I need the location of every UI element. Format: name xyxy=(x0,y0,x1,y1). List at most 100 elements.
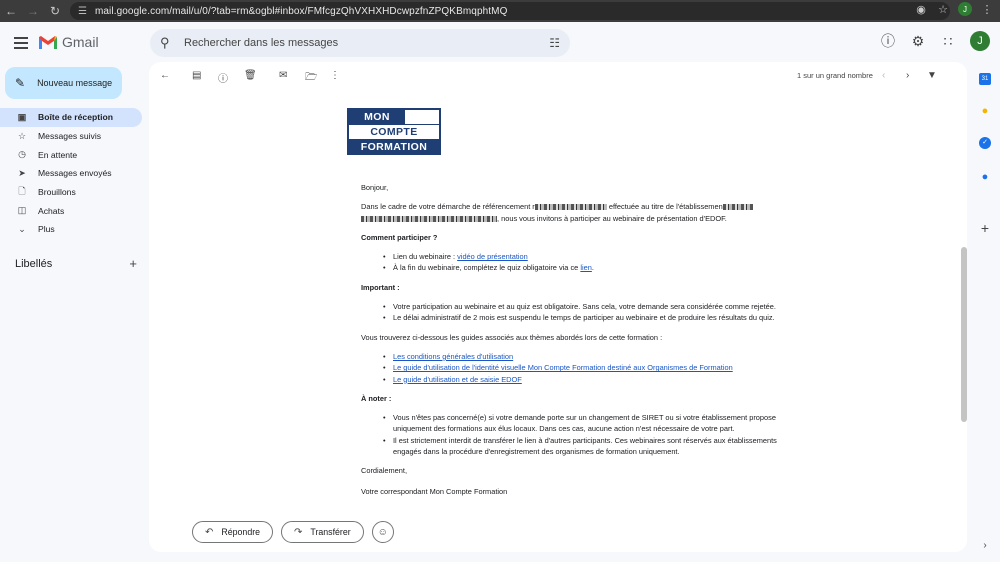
reply-label: Répondre xyxy=(221,527,261,537)
list-item: Le délai administratif de 2 mois est sus… xyxy=(383,312,791,324)
pencil-icon: ✎ xyxy=(15,76,26,90)
sidebar-item-label: En attente xyxy=(38,149,78,160)
sidebar-item-label: Brouillons xyxy=(38,187,76,198)
apps-grid-icon[interactable]: ∷ xyxy=(940,33,956,50)
browser-menu-icon[interactable]: ⋮ xyxy=(980,3,994,16)
list-item-suffix: . xyxy=(591,263,594,273)
list-item: À la fin du webinaire, complétez le quiz… xyxy=(383,262,791,274)
chevron-down-icon: ⌄ xyxy=(18,223,26,234)
tag-icon: ◫ xyxy=(17,205,27,216)
sidebar-item-sent[interactable]: ➤ Messages envoyés xyxy=(0,164,142,183)
guides-intro: Vous trouverez ci-dessous les guides ass… xyxy=(361,332,663,342)
sidebar-item-snoozed[interactable]: ◷ En attente xyxy=(0,145,142,164)
list-item: Les conditions générales d'utilisation xyxy=(383,351,791,363)
intro-text-2: effectuée au titre de l'établissemen xyxy=(606,202,723,212)
section-heading-important: Important : xyxy=(361,282,400,292)
mark-unread-icon[interactable]: ✉ xyxy=(279,70,287,81)
add-label-icon[interactable]: + xyxy=(129,256,137,271)
sidebar-item-starred[interactable]: ☆ Messages suivis xyxy=(0,127,142,146)
hide-panel-chevron-icon[interactable]: › xyxy=(979,540,991,552)
search-input[interactable]: Rechercher dans les messages xyxy=(184,37,549,49)
quiz-link[interactable]: lien xyxy=(580,263,592,272)
sidebar-item-purchases[interactable]: ◫ Achats xyxy=(0,201,142,220)
calendar-icon[interactable]: 31 xyxy=(979,73,991,85)
sidebar-item-label: Messages suivis xyxy=(38,131,102,142)
back-to-inbox-icon[interactable]: ← xyxy=(160,70,170,81)
delete-icon[interactable]: 🗑 xyxy=(244,70,257,81)
emoji-reaction-icon[interactable]: ☺ xyxy=(371,521,394,543)
sidebar-item-inbox[interactable]: ▣ Boîte de réception xyxy=(0,108,142,127)
newer-chevron-icon[interactable]: ‹ xyxy=(882,70,885,81)
logo-line-2: COMPTE xyxy=(349,124,439,140)
closing: Cordialement, xyxy=(361,466,408,476)
site-settings-icon[interactable]: ☰ xyxy=(78,6,87,17)
list-item: Lien du webinaire : vidéo de présentatio… xyxy=(383,251,791,263)
gmail-app: Gmail ⚲ Rechercher dans les messages ☷ ⓘ… xyxy=(0,22,1000,562)
help-icon[interactable]: ⓘ xyxy=(880,31,896,51)
participer-list: Lien du webinaire : vidéo de présentatio… xyxy=(383,251,791,274)
guide-link-visual-identity[interactable]: Le guide d'utilisation de l'identité vis… xyxy=(393,363,733,372)
reply-bar: ↶ Répondre ↷ Transférer ☺ xyxy=(192,521,394,543)
account-avatar[interactable]: J xyxy=(970,31,990,51)
compose-button[interactable]: ✎ Nouveau message xyxy=(5,67,122,99)
reply-arrow-icon: ↶ xyxy=(205,526,214,538)
sidebar-item-label: Messages envoyés xyxy=(38,168,112,179)
address-bar[interactable]: ☰ mail.google.com/mail/u/0/?tab=rm&ogbl#… xyxy=(70,2,950,20)
tasks-icon[interactable]: ✓ xyxy=(979,137,991,149)
intro-text-1: Dans le cadre de votre démarche de référ… xyxy=(361,202,535,212)
report-spam-icon[interactable]: ⓘ xyxy=(218,70,228,85)
search-bar[interactable]: ⚲ Rechercher dans les messages ☷ xyxy=(150,29,570,57)
add-addon-icon[interactable]: + xyxy=(979,221,991,235)
list-item: Il est strictement interdit de transfére… xyxy=(383,435,791,458)
search-options-icon[interactable]: ☷ xyxy=(549,36,560,50)
older-chevron-icon[interactable]: › xyxy=(906,70,909,81)
main-menu-icon[interactable] xyxy=(10,32,32,54)
archive-icon[interactable]: ▤ xyxy=(192,70,201,81)
sidebar-item-label: Achats xyxy=(38,205,65,216)
forward-arrow-icon: ↷ xyxy=(294,526,303,538)
noter-list: Vous n'êtes pas concerné(e) si votre dem… xyxy=(383,412,791,457)
sidebar-item-more[interactable]: ⌄ Plus xyxy=(0,220,142,239)
reply-button[interactable]: ↶ Répondre xyxy=(192,521,274,543)
keep-bulb-icon[interactable]: ● xyxy=(979,105,991,117)
guide-link-edof[interactable]: Le guide d'utilisation et de saisie EDOF xyxy=(393,375,522,384)
bookmark-star-icon[interactable]: ☆ xyxy=(936,3,950,16)
input-tools-icon[interactable]: ▼ xyxy=(927,70,937,81)
message-panel: ← ▤ ⓘ 🗑 ✉ 🗁 ⋮ 1 sur un grand nombre ‹ › … xyxy=(149,62,967,552)
labels-header: Libellés + xyxy=(15,256,137,271)
sidebar-item-drafts[interactable]: 🗋 Brouillons xyxy=(0,183,142,202)
sidebar-item-label: Boîte de réception xyxy=(38,112,113,123)
list-item-text: Lien du webinaire : xyxy=(393,252,458,262)
more-options-icon[interactable]: ⋮ xyxy=(330,70,340,81)
move-to-icon[interactable]: 🗁 xyxy=(305,70,317,87)
forward-button[interactable]: ↷ Transférer xyxy=(281,521,364,543)
extension-icon[interactable]: ◉ xyxy=(914,3,928,16)
redacted-reference xyxy=(534,204,607,211)
settings-gear-icon[interactable]: ⚙ xyxy=(910,33,926,50)
reload-icon[interactable]: ↻ xyxy=(44,0,66,22)
gmail-wordmark: Gmail xyxy=(62,34,99,50)
logo-line-1: MON xyxy=(349,110,405,124)
gmail-logo[interactable]: Gmail xyxy=(38,34,99,50)
browser-toolbar: ← → ↻ ☰ mail.google.com/mail/u/0/?tab=rm… xyxy=(0,0,1000,22)
browser-profile-avatar[interactable]: J xyxy=(958,2,972,16)
guide-link-cgu[interactable]: Les conditions générales d'utilisation xyxy=(393,352,513,361)
forward-arrow-icon[interactable]: → xyxy=(22,0,44,22)
pager-count: 1 sur un grand nombre xyxy=(797,71,873,80)
redacted-establishment-name xyxy=(361,215,497,222)
guides-list: Les conditions générales d'utilisation L… xyxy=(383,351,791,385)
back-arrow-icon[interactable]: ← xyxy=(0,0,22,22)
intro-text-3: , nous vous invitons à participer au web… xyxy=(497,213,727,223)
contacts-icon[interactable]: ● xyxy=(979,171,991,183)
sidebar-item-label: Plus xyxy=(38,224,55,235)
address-url: mail.google.com/mail/u/0/?tab=rm&ogbl#in… xyxy=(94,5,508,17)
search-icon[interactable]: ⚲ xyxy=(160,35,176,51)
scrollbar-thumb[interactable] xyxy=(961,247,967,422)
mon-compte-formation-logo: MON COMPTE FORMATION xyxy=(347,108,441,155)
inbox-icon: ▣ xyxy=(17,111,27,122)
send-icon: ➤ xyxy=(18,167,26,178)
video-link[interactable]: vidéo de présentation xyxy=(457,252,528,261)
message-body: MON COMPTE FORMATION Bonjour, Dans le ca… xyxy=(347,108,791,497)
message-toolbar: ← ▤ ⓘ 🗑 ✉ 🗁 ⋮ 1 sur un grand nombre ‹ › … xyxy=(149,62,967,90)
list-item: Le guide d'utilisation de l'identité vis… xyxy=(383,362,791,374)
